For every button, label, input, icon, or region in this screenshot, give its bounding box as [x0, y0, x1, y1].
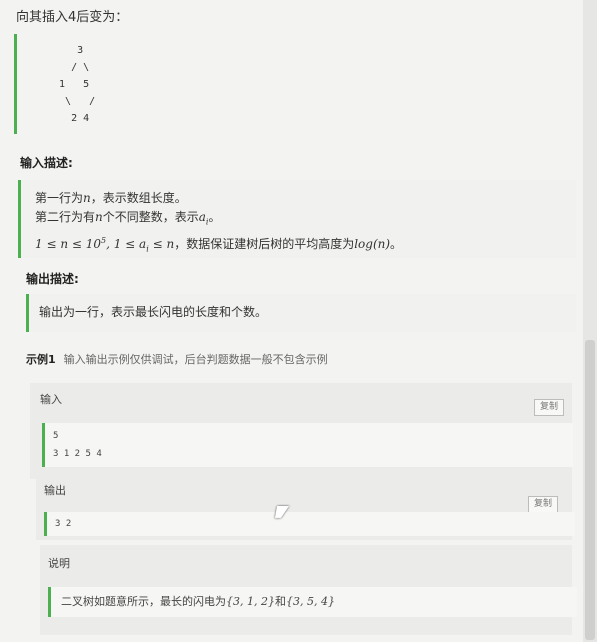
example-input-box: 输入 复制 5 3 1 2 5 4: [30, 383, 573, 479]
scrollbar-thumb[interactable]: [585, 340, 595, 640]
example-explain-text: 二叉树如题意所示，最长的闪电为{3, 1, 2}和{3, 5, 4}: [48, 587, 577, 617]
example-explain-label: 说明: [48, 557, 70, 570]
input-desc-line1: 第一行为n，表示数组长度。: [35, 191, 187, 205]
tree-diagram-block: 3 / \ 1 5 \ / 2 4: [14, 34, 577, 134]
output-desc-title: 输出描述:: [26, 272, 79, 286]
input-desc-block: 第一行为n，表示数组长度。 第二行为有n个不同整数，表示ai。 1 ≤ n ≤ …: [18, 180, 576, 258]
input-desc-title: 输入描述:: [20, 156, 73, 170]
example-output-box: 输出 复制 3 2: [36, 478, 575, 540]
intro-text: 向其插入4后变为：: [16, 10, 129, 25]
tree-diagram: 3 / \ 1 5 \ / 2 4: [59, 45, 96, 124]
copy-input-button[interactable]: 复制: [534, 399, 564, 416]
example-note: 输入输出示例仅供调试，后台判题数据一般不包含示例: [63, 353, 328, 366]
example-label: 示例1: [26, 353, 56, 366]
example-header: 示例1 输入输出示例仅供调试，后台判题数据一般不包含示例: [26, 351, 328, 367]
mouse-cursor-icon: [274, 506, 290, 518]
output-desc-block: 输出为一行，表示最长闪电的长度和个数。: [26, 294, 576, 332]
example-input-label: 输入: [40, 393, 62, 406]
example-input-line: 5: [53, 431, 59, 441]
output-desc-text: 输出为一行，表示最长闪电的长度和个数。: [39, 305, 268, 319]
example-explain-box: 说明 二叉树如题意所示，最长的闪电为{3, 1, 2}和{3, 5, 4}: [40, 545, 577, 635]
example-output-code: 3 2: [44, 512, 575, 536]
scrollbar-track[interactable]: [583, 0, 597, 642]
example-output-label: 输出: [44, 484, 66, 497]
example-input-code: 5 3 1 2 5 4: [42, 423, 573, 467]
example-output-line: 3 2: [55, 519, 72, 529]
input-desc-line3: 1 ≤ n ≤ 105, 1 ≤ ai ≤ n，数据保证建树后树的平均高度为lo…: [35, 236, 403, 254]
example-input-line: 3 1 2 5 4: [53, 449, 102, 459]
input-desc-line2: 第二行为有n个不同整数，表示ai。: [35, 210, 221, 227]
problem-page: 向其插入4后变为： 3 / \ 1 5 \ / 2 4 输入描述: 第一行为n，…: [0, 0, 583, 642]
copy-output-button[interactable]: 复制: [528, 496, 558, 513]
